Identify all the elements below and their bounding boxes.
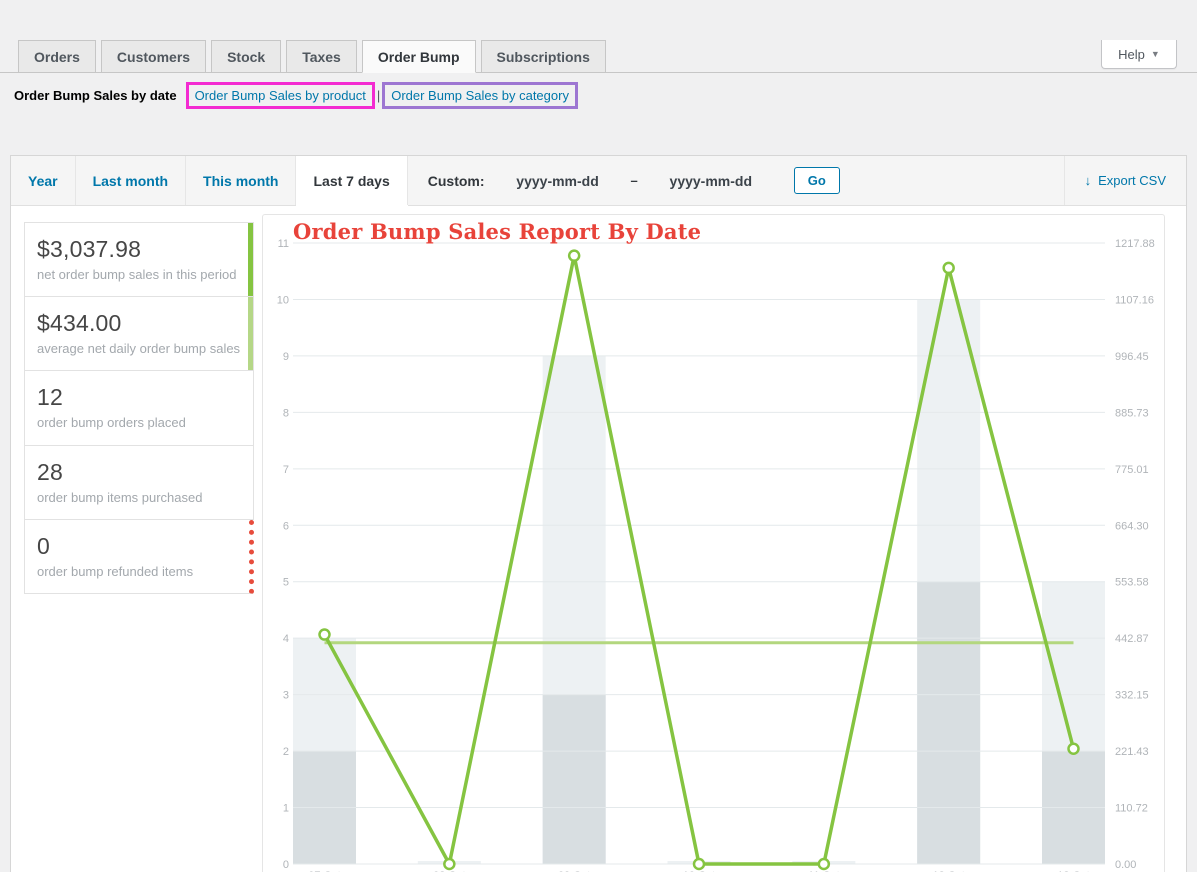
stat-card-order-bump-orders-placed: 12 order bump orders placed [24,371,254,446]
right-axis-tick: 442.87 [1115,633,1149,645]
tab-stock[interactable]: Stock [211,40,282,73]
tab-taxes[interactable]: Taxes [286,40,357,73]
go-button[interactable]: Go [793,167,840,194]
subnav: Order Bump Sales by date Order Bump Sale… [0,73,1197,117]
net-sales-point [318,628,331,641]
left-axis-tick: 7 [283,464,289,476]
stats-legend: $3,037.98 net order bump sales in this pe… [24,222,254,594]
stat-label: order bump refunded items [37,563,194,579]
subnav-links: Order Bump Sales by product | Order Bump S… [185,82,579,109]
bar-order-bump-orders-placed [542,694,606,864]
left-axis-tick: 8 [283,407,289,419]
filter-bar: Year Last month This month Last 7 days Cust… [11,156,1186,206]
report-body: $3,037.98 net order bump sales in this pe… [11,206,1186,872]
sales-chart: 0 1 2 3 4 5 6 7 8 9 10 11 1217.88 1107.16 996.45 885.73… [277,238,1155,872]
report-postbox: Year Last month This month Last 7 days Cust… [10,155,1187,872]
range-links: Year Last month This month Last 7 days [11,156,408,205]
stat-value: $434.00 [37,310,122,337]
right-axis-tick: 996.45 [1115,351,1149,363]
help-button[interactable]: Help ▼ [1101,40,1177,69]
date-from-input[interactable] [498,172,617,189]
custom-range-section: Custom: – Go [408,156,860,205]
stat-card-net-order-bump-sales-in-this-period: $3,037.98 net order bump sales in this pe… [24,222,254,298]
stat-label: order bump orders placed [37,415,186,431]
net-sales-point [567,249,581,262]
stat-value: 12 [37,384,63,411]
export-csv-button[interactable]: ↓ Export CSV [1063,156,1186,205]
stat-value: 0 [37,532,50,559]
stat-label: order bump items purchased [37,489,203,505]
right-axis-tick: 0.00 [1115,859,1136,871]
filter-spacer [860,156,1064,205]
net-sales-point [692,857,706,871]
left-axis-tick: 11 [278,238,289,250]
left-axis-tick: 1 [283,803,289,815]
right-axis-tick: 1107.16 [1115,294,1154,306]
net-sales-point [942,261,955,275]
tab-customers[interactable]: Customers [100,40,207,73]
net-sales-point [443,857,456,871]
right-axis-tick: 553.58 [1115,577,1149,589]
range-last-7-days[interactable]: Last 7 days [296,156,408,205]
range-this-month[interactable]: This month [186,156,297,205]
net-sales-point [817,857,831,871]
left-axis-tick: 2 [283,746,289,758]
range-last-month[interactable]: Last month [76,156,187,205]
chart-title: Order Bump Sales Report By Date [293,219,702,244]
stat-value: 28 [37,458,63,485]
left-axis-tick: 5 [283,577,289,589]
stat-card-average-net-daily-order-bump-sales: $434.00 average net daily order bump sale… [24,297,254,372]
subnav-separator: | [376,88,381,103]
report-tabs: Orders Customers Stock Taxes Order Bump Subsc… [0,40,1197,73]
left-axis-tick: 4 [283,633,289,645]
left-axis-tick: 10 [277,294,289,306]
right-axis-tick: 885.73 [1115,407,1149,419]
subnav-current-page: Order Bump Sales by date [14,88,177,103]
tab-order-bump[interactable]: Order Bump [361,40,476,73]
stat-card-order-bump-items-purchased: 28 order bump items purchased [24,445,254,520]
left-axis-tick: 6 [283,520,289,532]
date-to-input[interactable] [651,172,770,189]
bar-order-bump-orders-placed [917,581,981,864]
stat-label: net order bump sales in this period [37,267,237,282]
stat-label: average net daily order bump sales [37,341,241,357]
help-label: Help [1118,46,1145,62]
right-axis-tick: 110.72 [1115,803,1148,815]
tab-orders[interactable]: Orders [18,40,96,73]
right-axis-tick: 775.01 [1115,464,1149,476]
left-axis-tick: 0 [283,859,289,871]
left-axis-tick: 9 [283,351,289,363]
right-axis-tick: 664.30 [1115,520,1149,532]
left-axis-tick: 3 [283,690,289,702]
date-range-dash: – [630,173,638,188]
subnav-link-order-bump-sales-by-category[interactable]: Order Bump Sales by category [382,82,578,109]
custom-range-label: Custom: [427,172,485,189]
stat-card-order-bump-refunded-items: 0 order bump refunded items [24,519,254,594]
right-axis-tick: 332.15 [1115,690,1149,702]
right-axis-tick: 221.43 [1115,746,1149,758]
subnav-link-order-bump-sales-by-product[interactable]: Order Bump Sales by product [185,82,375,109]
range-year[interactable]: Year [11,156,76,205]
chevron-down-icon: ▼ [1150,49,1160,59]
tab-subscriptions[interactable]: Subscriptions [480,40,606,73]
download-arrow-icon: ↓ [1084,173,1092,188]
right-axis-tick: 1217.88 [1115,238,1155,250]
stat-value: $3,037.98 [37,236,142,262]
net-sales-point [1067,742,1080,756]
export-csv-label: Export CSV [1098,173,1166,188]
chart-panel: Order Bump Sales Report By Date 0 1 2 3 4 5 6 7… [262,214,1165,872]
